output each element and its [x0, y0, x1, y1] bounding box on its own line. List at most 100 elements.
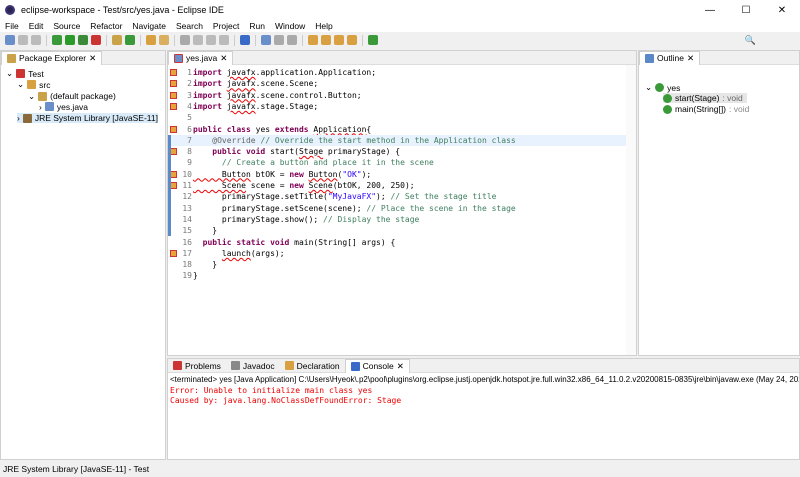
tab-outline[interactable]: Outline ✕: [639, 50, 701, 65]
code-text: public class yes extends Application{: [193, 124, 371, 135]
menu-run[interactable]: Run: [244, 20, 270, 32]
close-icon[interactable]: ✕: [397, 361, 404, 372]
menu-file[interactable]: File: [0, 20, 24, 32]
menu-window[interactable]: Window: [270, 20, 310, 32]
menu-navigate[interactable]: Navigate: [127, 20, 171, 32]
close-button[interactable]: ✕: [764, 0, 800, 20]
toolbar-button-icon[interactable]: [31, 35, 41, 45]
toolbar-button-icon[interactable]: [261, 35, 271, 45]
toolbar-button-icon[interactable]: [112, 35, 122, 45]
expand-icon[interactable]: ›: [17, 113, 20, 123]
expand-icon[interactable]: ⌄: [645, 82, 652, 93]
menu-project[interactable]: Project: [208, 20, 244, 32]
menu-source[interactable]: Source: [48, 20, 85, 32]
tab-problems[interactable]: Problems: [168, 359, 226, 373]
close-icon[interactable]: ✕: [220, 53, 227, 64]
code-token: }: [193, 226, 218, 236]
tab-declaration[interactable]: Declaration: [280, 359, 345, 373]
toolbar-button-icon[interactable]: [287, 35, 297, 45]
toolbar-button-icon[interactable]: [5, 35, 15, 45]
toolbar-button-icon[interactable]: [91, 35, 101, 45]
toolbar-button-icon[interactable]: [159, 35, 169, 45]
toolbar-button-icon[interactable]: [240, 35, 250, 45]
code-token: // Override the start method in the Appl…: [260, 135, 516, 145]
outline-class-yes[interactable]: ⌄ yes: [645, 82, 680, 93]
code-token: import: [193, 101, 227, 111]
tab-yes-java[interactable]: yes.java ✕: [168, 50, 234, 65]
tree-item[interactable]: ⌄ Test: [6, 68, 44, 79]
code-token: launch: [221, 248, 251, 258]
code-token: javafx: [226, 90, 256, 100]
menu-edit[interactable]: Edit: [24, 20, 49, 32]
error-marker-icon[interactable]: [170, 249, 177, 257]
tree-item[interactable]: ⌄ (default package): [28, 91, 116, 102]
tab-package-explorer[interactable]: Package Explorer ✕: [1, 50, 103, 65]
code-text: public void start(Stage primaryStage) {: [193, 146, 400, 157]
toolbar-button-icon[interactable]: [193, 35, 203, 45]
code-line: 15 }: [168, 225, 636, 237]
error-marker-icon[interactable]: [170, 125, 177, 133]
error-marker-icon[interactable]: [170, 80, 177, 88]
code-token: (btOK, 200, 250);: [332, 181, 415, 190]
code-line: 5: [168, 112, 636, 123]
toolbar-button-icon[interactable]: [52, 35, 62, 45]
maximize-button[interactable]: ☐: [728, 0, 764, 20]
console-line: Error: Unable to initialize main class y…: [170, 386, 373, 395]
menu-help[interactable]: Help: [310, 20, 337, 32]
tree-item-label: Test: [28, 68, 44, 79]
line-number: 14: [182, 214, 192, 224]
tab-label: Package Explorer: [19, 53, 87, 63]
line-number: 15: [182, 226, 192, 236]
code-token: yes: [255, 124, 275, 134]
code-token: primaryStage.setScene(scene);: [193, 203, 367, 213]
toolbar-button-icon[interactable]: [274, 35, 284, 45]
expand-icon[interactable]: ⌄: [17, 79, 24, 90]
close-icon[interactable]: ✕: [687, 53, 694, 64]
expand-icon[interactable]: ›: [39, 102, 42, 112]
tree-item[interactable]: › yes.java: [39, 102, 88, 112]
expand-icon[interactable]: ⌄: [6, 68, 13, 79]
menu-refactor[interactable]: Refactor: [85, 20, 127, 32]
toolbar-button-icon[interactable]: [334, 35, 344, 45]
line-number: 7: [187, 135, 192, 145]
error-marker-icon[interactable]: [170, 91, 177, 99]
console-output[interactable]: Error: Unable to initialize main class y…: [168, 386, 799, 406]
error-marker-icon[interactable]: [170, 170, 177, 178]
tree-item-label: JRE System Library [JavaSE-11]: [34, 113, 158, 124]
error-marker-icon[interactable]: [170, 102, 177, 110]
line-number: 1: [187, 68, 192, 77]
toolbar-button-icon[interactable]: [125, 35, 135, 45]
toolbar-button-icon[interactable]: [368, 35, 378, 45]
expand-icon[interactable]: ⌄: [28, 91, 35, 102]
close-icon[interactable]: ✕: [89, 53, 96, 64]
outline-method-main[interactable]: main(String[]) : void: [663, 104, 749, 114]
tree-item[interactable]: › JRE System Library [JavaSE-11]: [17, 113, 158, 124]
toolbar-button-icon[interactable]: [65, 35, 75, 45]
toolbar-button-icon[interactable]: [308, 35, 318, 45]
toolbar-button-icon[interactable]: [219, 35, 229, 45]
tree-item[interactable]: ⌄ src: [17, 79, 50, 90]
tree-node-icon: [27, 80, 37, 90]
toolbar-separator: [46, 34, 47, 46]
error-marker-icon[interactable]: [170, 148, 177, 156]
search-icon[interactable]: 🔍: [745, 35, 756, 46]
toolbar-button-icon[interactable]: [206, 35, 216, 45]
minimize-button[interactable]: —: [692, 0, 728, 20]
code-line: 9 // Create a button and place it in the…: [168, 157, 636, 169]
toolbar-button-icon[interactable]: [321, 35, 331, 45]
tab-console[interactable]: Console ✕: [344, 358, 410, 373]
tab-javadoc[interactable]: Javadoc: [226, 359, 280, 373]
toolbar-button-icon[interactable]: [180, 35, 190, 45]
code-token: public void: [193, 147, 271, 157]
code-token: // Display the stage: [323, 214, 420, 224]
error-marker-icon[interactable]: [170, 182, 177, 189]
toolbar-button-icon[interactable]: [78, 35, 88, 45]
toolbar-button-icon[interactable]: [18, 35, 28, 45]
error-marker-icon[interactable]: [170, 69, 177, 76]
outline-method-start[interactable]: start(Stage) : void: [663, 93, 747, 103]
tree-item-label: src: [39, 79, 51, 90]
toolbar-button-icon[interactable]: [146, 35, 156, 45]
menu-search[interactable]: Search: [171, 20, 208, 32]
toolbar-button-icon[interactable]: [347, 35, 357, 45]
code-line: 14 primaryStage.show(); // Display the s…: [168, 213, 636, 226]
